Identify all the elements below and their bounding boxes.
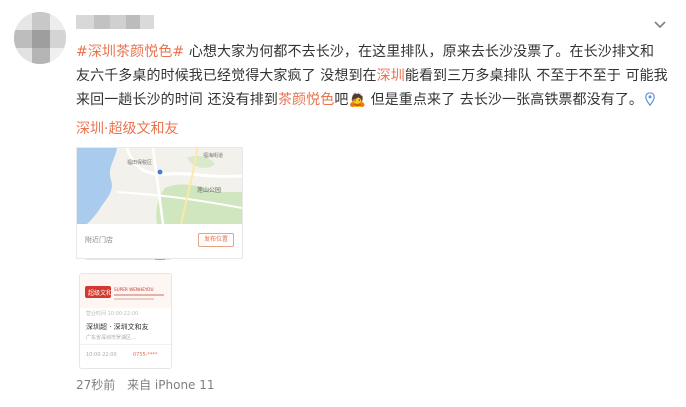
location-line: 深圳·超级文和友	[76, 117, 178, 141]
map-card-footer: 附近门店 发布位置	[77, 224, 242, 258]
username-blurred[interactable]	[76, 15, 154, 29]
post-text: #深圳茶颜悦色# 心想大家为何都不去长沙，在这里排队，原来去长沙没票了。在长沙排…	[76, 40, 668, 112]
keyword-link-shenzhen[interactable]: 深圳	[377, 68, 405, 84]
location-place-link[interactable]: 超级文和友	[108, 121, 178, 137]
post-source: 来自 iPhone 11	[127, 378, 215, 392]
post-text-part: 吧	[334, 92, 349, 108]
store-card[interactable]: 超级文和友 SUPER WENHEYOU 营业时间 10:00-22:00 深圳…	[79, 273, 172, 369]
publish-location-button[interactable]: 发布位置	[197, 233, 234, 247]
bowing-emoji: 🙇	[348, 92, 367, 108]
keyword-link-chayan[interactable]: 茶颜悦色	[278, 92, 334, 108]
location-city-link[interactable]: 深圳	[76, 121, 104, 137]
store-hours: 10:00-22:00	[86, 352, 117, 358]
store-address: 广东省深圳市罗湖区...	[86, 335, 136, 341]
post-meta: 27秒前 来自 iPhone 11	[76, 376, 223, 393]
post-time[interactable]: 27秒前	[76, 378, 115, 392]
sign-en-text: SUPER WENHEYOU	[114, 287, 154, 292]
avatar[interactable]	[14, 12, 66, 64]
post-text-part: 但是重点来了 去长沙一张高铁票都没有了。	[366, 92, 644, 108]
store-name: 深圳超 · 深圳文和友	[86, 323, 149, 331]
topic-link[interactable]: #深圳茶颜悦色#	[76, 44, 184, 60]
store-phone[interactable]: 0755-****	[133, 352, 158, 358]
map-label-1: 福田保税区	[127, 159, 152, 166]
map-label-3: 莲山公园	[197, 186, 221, 194]
store-hours-label: 营业时间 10:00-22:00	[86, 311, 139, 317]
map-label-2: 福海街道	[203, 152, 223, 159]
divider	[80, 344, 171, 345]
chevron-down-icon[interactable]	[652, 16, 668, 29]
map-card[interactable]: 福田保税区 福海街道 莲山公园 附近门店 发布位置	[76, 147, 243, 259]
store-sign-image: 超级文和友 SUPER WENHEYOU	[80, 274, 171, 308]
nearby-store-label: 附近门店	[85, 236, 113, 244]
map-image: 福田保税区 福海街道 莲山公园	[77, 148, 242, 224]
location-pin-icon[interactable]	[645, 92, 655, 106]
divider-accent	[155, 259, 165, 260]
